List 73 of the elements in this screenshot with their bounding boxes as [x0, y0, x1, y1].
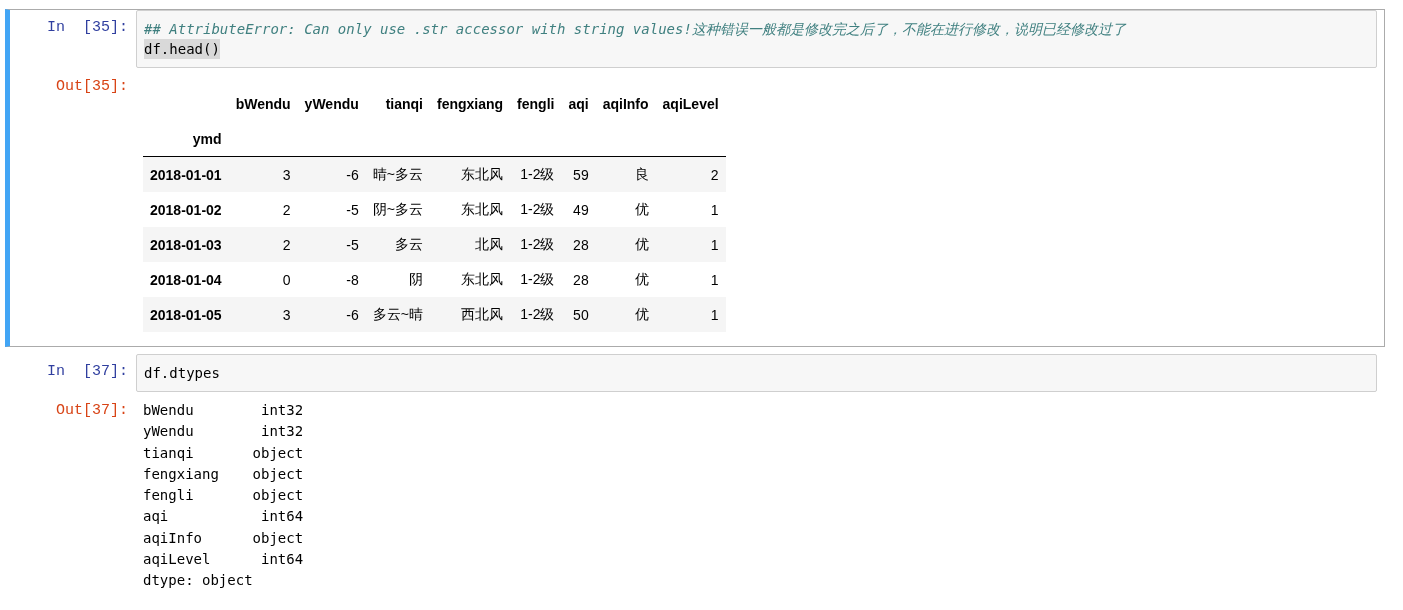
column-header: aqi [567, 94, 590, 114]
table-cell: 2 [655, 156, 726, 192]
output-prompt: Out[37]: [55, 401, 129, 419]
table-cell: 1 [655, 227, 726, 262]
table-cell: 2 [228, 192, 298, 227]
table-cell: 东北风 [430, 262, 511, 297]
notebook-cell[interactable]: In [37]: df.dtypes Out[37]: bWendu int32 yWendu int32 tianqi object fengxiang object fengli object aqi int64 aqiInfo object aqiLevel int64 dtype: object [5, 353, 1385, 593]
table-cell: 1-2级 [510, 192, 562, 227]
table-cell: 优 [595, 227, 656, 262]
table-cell: 2 [228, 227, 298, 262]
table-cell: 多云~晴 [365, 297, 430, 332]
output-line: tianqi object [143, 443, 304, 463]
table-cell: 28 [561, 262, 596, 297]
output-line: fengli object [143, 486, 304, 506]
row-index: 2018-01-03 [143, 227, 229, 262]
table-cell: 3 [228, 297, 298, 332]
code-input[interactable]: ## AttributeError: Can only use .str accessor with string values!这种错误一般都是修改完之后了，不能在进行修改，说明已经修改过了 df.head() [136, 10, 1377, 68]
table-cell: -6 [297, 297, 366, 332]
code-line: df.dtypes [144, 364, 220, 383]
row-index: 2018-01-05 [143, 297, 229, 332]
table-cell: 东北风 [430, 156, 511, 192]
column-header: fengxiang [436, 94, 505, 114]
output-line: fengxiang object [143, 464, 304, 484]
column-header: aqiLevel [661, 94, 720, 114]
table-cell: 1-2级 [510, 156, 562, 192]
table-cell: 优 [595, 262, 656, 297]
input-prompt: In [35]: [46, 18, 129, 36]
column-header: aqiInfo [601, 94, 650, 114]
table-cell: 阴 [365, 262, 430, 297]
table-cell: 优 [595, 192, 656, 227]
table-cell: -5 [297, 227, 366, 262]
output-line: dtype: object [143, 571, 253, 591]
output-line: aqi int64 [143, 507, 304, 527]
table-cell: 1 [655, 297, 726, 332]
table-cell: 49 [561, 192, 596, 227]
table-cell: 0 [228, 262, 298, 297]
row-index: 2018-01-02 [143, 192, 229, 227]
table-cell: 良 [595, 156, 656, 192]
input-prompt: In [37]: [46, 362, 129, 380]
row-index: 2018-01-01 [143, 156, 229, 192]
output-prompt: Out[35]: [55, 77, 129, 95]
table-cell: 3 [228, 156, 298, 192]
table-cell: 多云 [365, 227, 430, 262]
table-cell: -8 [297, 262, 366, 297]
table-cell: 50 [561, 297, 596, 332]
code-input[interactable]: df.dtypes [136, 354, 1377, 392]
output-line: aqiInfo object [143, 528, 304, 548]
table-cell: -5 [297, 192, 366, 227]
table-cell: 晴~多云 [365, 156, 430, 192]
table-cell: 1-2级 [510, 297, 562, 332]
table-cell: 阴~多云 [365, 192, 430, 227]
table-cell: -6 [297, 156, 366, 192]
column-header: bWendu [234, 94, 292, 114]
row-index: 2018-01-04 [143, 262, 229, 297]
table-cell: 1 [655, 262, 726, 297]
table-cell: 28 [561, 227, 596, 262]
table-cell: 1-2级 [510, 227, 562, 262]
table-cell: 1 [655, 192, 726, 227]
table-cell: 1-2级 [510, 262, 562, 297]
code-comment: ## AttributeError: Can only use .str accessor with string values!这种错误一般都是修改完之后了，不能在进行修改，说明已经修改过了 [144, 20, 1126, 39]
table-cell: 优 [595, 297, 656, 332]
output-line: bWendu int32 [143, 401, 304, 420]
column-header: tianqi [384, 94, 424, 114]
table-cell: 59 [561, 156, 596, 192]
table-cell: 北风 [430, 227, 511, 262]
output-line: yWendu int32 [143, 422, 304, 442]
table-cell: 西北风 [430, 297, 511, 332]
column-header: fengli [516, 94, 556, 114]
output-line: aqiLevel int64 [143, 550, 304, 570]
index-name: ymd [143, 121, 229, 157]
column-header: yWendu [303, 94, 360, 114]
table-cell: 东北风 [430, 192, 511, 227]
notebook-cell[interactable] [5, 9, 1385, 347]
